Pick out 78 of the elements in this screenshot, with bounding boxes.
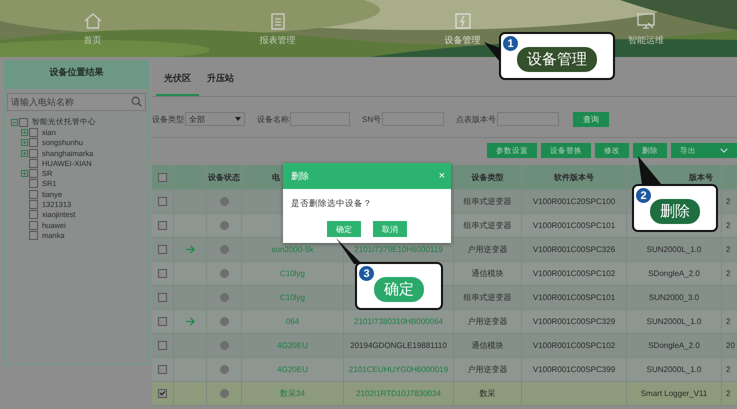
table-cell: 数采 bbox=[454, 382, 522, 406]
callout-label: 设备管理 bbox=[517, 46, 597, 72]
status-dot bbox=[220, 197, 228, 206]
expand-toggle[interactable] bbox=[21, 139, 28, 146]
device-name-link[interactable]: 4G20EU bbox=[277, 365, 308, 374]
table-cell: 2102I1RTD10J7830034 bbox=[344, 382, 454, 406]
checkbox[interactable] bbox=[158, 221, 167, 230]
nav-item[interactable]: 首页 bbox=[78, 0, 106, 57]
checkbox[interactable] bbox=[29, 158, 38, 168]
checkbox[interactable] bbox=[158, 317, 167, 326]
query-button[interactable]: 查询 bbox=[573, 112, 610, 126]
step-number: 2 bbox=[635, 187, 652, 204]
checkbox[interactable] bbox=[29, 220, 38, 230]
tab[interactable]: 光伏区 bbox=[156, 60, 199, 96]
expand-toggle[interactable] bbox=[21, 170, 28, 178]
checkbox[interactable] bbox=[29, 128, 38, 137]
status-dot bbox=[220, 269, 228, 278]
nav-item[interactable]: 报表管理 bbox=[256, 0, 300, 57]
device-type-select[interactable]: 全部 bbox=[185, 112, 245, 126]
lightning-icon bbox=[452, 10, 472, 30]
filter-label: 点表版本号 bbox=[456, 114, 496, 124]
filter-label: 设备类型 bbox=[152, 114, 184, 124]
step-number: 1 bbox=[502, 35, 519, 52]
table-cell: Smart Logger_V11 bbox=[627, 382, 722, 406]
checkbox[interactable] bbox=[29, 200, 38, 210]
status-dot bbox=[220, 365, 228, 374]
callout-label: 确定 bbox=[374, 276, 424, 302]
status-dot bbox=[220, 341, 228, 350]
filter-label: 设备名称 bbox=[257, 114, 289, 124]
checkbox[interactable] bbox=[158, 197, 167, 206]
device-name-link[interactable]: 数采34 bbox=[280, 388, 305, 399]
checkbox[interactable] bbox=[158, 389, 167, 398]
status-dot bbox=[220, 317, 228, 326]
close-button[interactable]: × bbox=[438, 170, 445, 182]
checkbox[interactable] bbox=[29, 230, 38, 240]
step-number: 3 bbox=[358, 265, 375, 282]
dialog-title: 删除 bbox=[291, 170, 309, 182]
checkbox[interactable] bbox=[29, 169, 38, 178]
dialog-button[interactable]: 取消 bbox=[373, 221, 407, 237]
monitor-icon bbox=[636, 10, 656, 30]
arrow-right-icon bbox=[184, 317, 196, 326]
checkbox[interactable] bbox=[158, 365, 167, 374]
nav-item[interactable]: 智能运维 bbox=[624, 0, 668, 57]
collapse-toggle[interactable] bbox=[11, 118, 18, 126]
dialog-message: 是否删除选中设备？ bbox=[290, 197, 373, 210]
status-dot bbox=[220, 245, 228, 254]
device-name-link[interactable]: C10lyg bbox=[280, 293, 305, 302]
table-cell: 2 bbox=[722, 382, 737, 406]
checkbox[interactable] bbox=[29, 210, 38, 220]
checkbox[interactable] bbox=[158, 172, 167, 182]
device-name-link[interactable]: C10lyg bbox=[280, 269, 305, 278]
sidebar-title: 设备位置结果 bbox=[5, 61, 148, 89]
callout-label: 删除 bbox=[650, 198, 700, 224]
checkbox[interactable] bbox=[158, 269, 167, 278]
checkbox[interactable] bbox=[29, 190, 38, 199]
expand-toggle[interactable] bbox=[21, 150, 28, 157]
checkbox[interactable] bbox=[29, 138, 38, 148]
search-icon bbox=[131, 96, 142, 107]
checkbox[interactable] bbox=[158, 341, 167, 350]
checkbox[interactable] bbox=[29, 148, 38, 158]
dialog-button[interactable]: 确定 bbox=[327, 221, 361, 237]
expand-toggle[interactable] bbox=[21, 128, 28, 136]
checkbox[interactable] bbox=[158, 293, 167, 302]
status-dot bbox=[220, 293, 228, 302]
chevron-down-icon bbox=[720, 148, 728, 153]
arrow-right-icon bbox=[184, 245, 196, 254]
search-field[interactable]: 请输入电站名称 bbox=[7, 93, 146, 111]
tab[interactable]: 升压站 bbox=[199, 60, 242, 96]
status-dot bbox=[220, 389, 228, 398]
filter-label: SN号 bbox=[362, 114, 382, 124]
checkbox[interactable] bbox=[158, 245, 167, 254]
status-dot bbox=[220, 221, 228, 230]
device-name-link[interactable]: sun2000-5k bbox=[272, 245, 314, 254]
checkbox[interactable] bbox=[19, 118, 28, 127]
checkbox[interactable] bbox=[29, 179, 38, 188]
home-icon bbox=[82, 10, 102, 30]
nav-item[interactable]: 设备管理 bbox=[440, 0, 484, 57]
device-name-link[interactable]: 064 bbox=[286, 317, 300, 326]
